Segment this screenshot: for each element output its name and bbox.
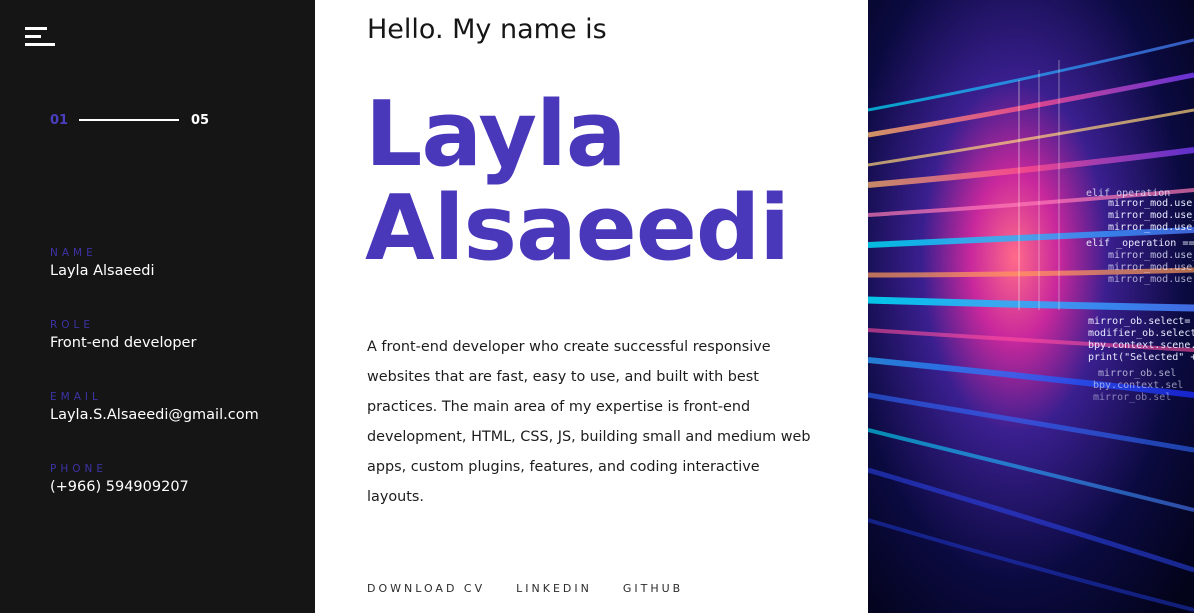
svg-text:modifier_ob.select=: modifier_ob.select= <box>1088 328 1194 339</box>
svg-text:print("Selected" +: print("Selected" + <box>1088 352 1194 363</box>
github-link[interactable]: GITHUB <box>623 582 683 595</box>
svg-text:mirror_mod.use: mirror_mod.use <box>1108 198 1192 209</box>
progress-current: 01 <box>50 113 69 128</box>
info-email: EMAIL Layla.S.Alsaeedi@gmail.com <box>50 390 259 425</box>
svg-text:elif _operation ==: elif _operation == <box>1086 238 1194 249</box>
svg-text:mirror_mod.use: mirror_mod.use <box>1108 262 1192 273</box>
info-name: NAME Layla Alsaeedi <box>50 246 155 281</box>
svg-text:bpy.context.scene.o: bpy.context.scene.o <box>1088 340 1194 351</box>
info-phone-value: (+966) 594909207 <box>50 479 189 495</box>
info-email-label: EMAIL <box>50 391 102 403</box>
progress-total: 05 <box>191 113 210 128</box>
info-phone-label: PHONE <box>50 463 107 475</box>
hamburger-menu-icon[interactable] <box>25 27 57 47</box>
svg-text:mirror_mod.use: mirror_mod.use <box>1108 274 1192 285</box>
bio-paragraph: A front-end developer who create success… <box>367 339 811 505</box>
svg-text:mirror_ob.select= 1: mirror_ob.select= 1 <box>1088 316 1194 327</box>
linkedin-link[interactable]: LINKEDIN <box>516 582 592 595</box>
svg-text:bpy.context.sel: bpy.context.sel <box>1093 380 1183 391</box>
svg-text:mirror_mod.use_: mirror_mod.use_ <box>1108 210 1194 221</box>
slide-progress: 01 05 <box>50 113 220 131</box>
hero-first-name: Layla <box>365 82 627 187</box>
info-role: ROLE Front-end developer <box>50 318 196 353</box>
sidebar: 01 05 NAME Layla Alsaeedi ROLE Front-end… <box>0 0 315 613</box>
info-role-value: Front-end developer <box>50 335 197 351</box>
greeting: Hello. My name is <box>367 14 607 45</box>
info-role-label: ROLE <box>50 319 95 331</box>
link-bar: DOWNLOAD CV LINKEDIN GITHUB <box>367 582 714 595</box>
info-phone: PHONE (+966) 594909207 <box>50 462 189 497</box>
info-name-label: NAME <box>50 247 97 259</box>
svg-text:mirror_mod.use_: mirror_mod.use_ <box>1108 250 1194 261</box>
svg-text:mirror_ob.sel: mirror_ob.sel <box>1098 368 1176 379</box>
progress-line <box>79 119 179 121</box>
main-content: Hello. My name is Layla Alsaeedi A front… <box>315 0 868 613</box>
info-email-value: Layla.S.Alsaeedi@gmail.com <box>50 407 259 423</box>
hero-name: Layla Alsaeedi <box>365 82 790 281</box>
hero-last-name: Alsaeedi <box>365 176 790 281</box>
info-name-value: Layla Alsaeedi <box>50 263 155 279</box>
svg-text:mirror_mod.use: mirror_mod.use <box>1108 222 1192 233</box>
hero-image: elif operation mirror_mod.use mirror_mod… <box>868 0 1194 613</box>
download-cv-link[interactable]: DOWNLOAD CV <box>367 582 485 595</box>
svg-text:mirror_ob.sel: mirror_ob.sel <box>1093 392 1171 403</box>
